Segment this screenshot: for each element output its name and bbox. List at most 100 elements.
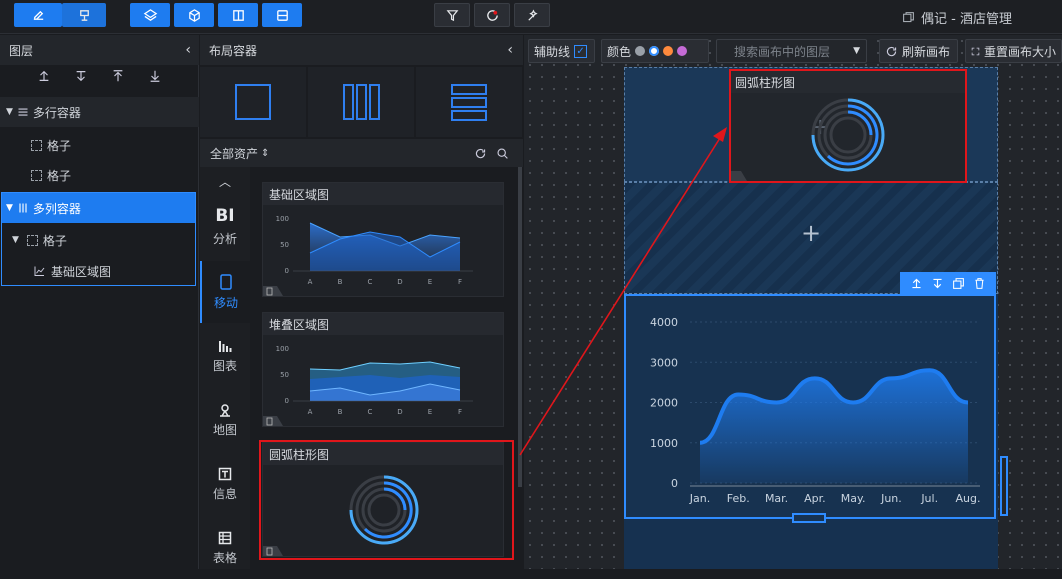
single-container-option[interactable] [200, 67, 306, 137]
refresh-canvas-button[interactable]: 刷新画布 [879, 39, 958, 63]
rows-icon [451, 84, 487, 121]
tree-item-label: 格子 [47, 168, 72, 183]
container-button[interactable] [262, 3, 302, 27]
tree-item-cell[interactable]: ▼ 格子 [0, 225, 199, 255]
preview-button[interactable] [62, 3, 106, 27]
mobile-icon [220, 273, 232, 290]
refresh-label: 刷新画布 [902, 44, 951, 59]
thumb-x-tick: B [338, 408, 343, 416]
tree-item-label: 格子 [47, 138, 72, 153]
tree-item-cell[interactable]: 格子 [0, 130, 199, 160]
move-down-icon[interactable] [931, 277, 944, 290]
thumb-y-tick: 0 [285, 267, 289, 275]
layer-order-tools [0, 69, 199, 95]
layout-panel: 布局容器 ‹ 全部资产 ⇕ ︿ BI 分析 移动 图表 地图 信息 表格 基础区… [200, 35, 523, 569]
x-tick-label: Mar. [765, 492, 788, 505]
expand-icon[interactable]: ▼ [6, 107, 13, 117]
single-box-icon [235, 84, 271, 120]
move-up-icon[interactable] [37, 69, 51, 83]
collapse-left-icon[interactable]: ‹ [507, 42, 513, 58]
layout-panel-header: 布局容器 ‹ [200, 35, 523, 65]
color-picker[interactable]: 颜色 [601, 39, 709, 63]
expand-icon[interactable]: ▼ [12, 235, 19, 245]
tree-item-multi-column[interactable]: ▼ 多列容器 [2, 193, 195, 223]
nav-bi[interactable]: BI 分析 [200, 195, 250, 257]
sync-button[interactable] [474, 3, 510, 27]
move-down-icon[interactable] [74, 69, 88, 83]
nav-table[interactable]: 表格 [200, 517, 250, 579]
magic-button[interactable] [514, 3, 550, 27]
x-tick-label: Jul. [920, 492, 938, 505]
edit-mode-button[interactable] [14, 3, 62, 27]
sort-icon[interactable]: ⇕ [261, 148, 269, 159]
expand-icon[interactable]: ▼ [6, 203, 13, 213]
resize-handle-right[interactable] [1000, 456, 1008, 516]
asset-card-stacked-area[interactable]: 堆叠区域图 100 50 0 A B C D E F [262, 312, 504, 427]
color-label: 颜色 [607, 44, 632, 59]
column-container-option[interactable] [308, 67, 414, 137]
color-swatch-purple[interactable] [677, 46, 688, 56]
tree-item-multi-row[interactable]: ▼ 多行容器 [0, 97, 199, 127]
reset-canvas-size-button[interactable]: 重置画布大小 [965, 39, 1062, 63]
chevron-down-icon[interactable]: ▼ [853, 46, 860, 56]
asset-card-basic-area[interactable]: 基础区域图 100 50 0 A B C D E F [262, 182, 504, 297]
thumb-x-tick: C [368, 278, 373, 286]
collapse-left-icon[interactable]: ‹ [185, 42, 191, 58]
nav-label: 地图 [212, 422, 237, 437]
asset-filter-select[interactable]: 全部资产 [210, 145, 258, 162]
tree-item-label: 多列容器 [32, 201, 81, 216]
copy-icon[interactable] [952, 277, 965, 290]
check-icon[interactable]: ✓ [574, 44, 588, 58]
cell-icon [31, 139, 42, 151]
nav-mobile[interactable]: 移动 [200, 261, 250, 323]
map-pin-icon [220, 403, 230, 417]
refresh-icon[interactable] [474, 147, 487, 160]
filter-button[interactable] [434, 3, 470, 27]
nav-label: 图表 [212, 358, 237, 373]
tree-item-area-chart[interactable]: 基础区域图 [0, 256, 199, 286]
thumb-x-tick: F [458, 278, 462, 286]
color-swatch-gray[interactable] [635, 46, 646, 56]
thumb-x-tick: D [397, 408, 402, 416]
guides-toggle[interactable]: 辅助线 ✓ [528, 39, 595, 63]
layer-panel-header: 图层 ‹ [0, 35, 199, 65]
delete-icon[interactable] [973, 277, 986, 290]
x-tick-label: Apr. [804, 492, 826, 505]
color-swatch-white[interactable] [649, 46, 660, 56]
layer-panel: 图层 ‹ ▼ 多行容器 格子 格子 ▼ 多列容器 ▼ 格子 基础区域图 [0, 35, 199, 569]
design-canvas[interactable]: 辅助线 ✓ 颜色 搜索画布中的图层 ▼ 刷新画布 重置画布大小 + 4000 3… [524, 35, 1062, 569]
color-swatch-orange[interactable] [663, 46, 674, 56]
asset-list-scrollbar[interactable] [518, 167, 522, 487]
layer-search-input[interactable]: 搜索画布中的图层 [722, 43, 830, 60]
chevron-up-icon[interactable]: ︿ [200, 173, 250, 190]
search-icon[interactable] [496, 147, 509, 160]
add-icon[interactable]: + [801, 219, 821, 247]
pin-icon [79, 9, 89, 21]
thumb-x-tick: C [368, 408, 373, 416]
nav-map[interactable]: 地图 [200, 389, 250, 451]
nav-info[interactable]: 信息 [200, 453, 250, 515]
layer-search[interactable]: 搜索画布中的图层 ▼ [716, 39, 867, 63]
area-chart-widget[interactable]: 4000 3000 2000 1000 0 Jan. Feb. Mar. Apr. May. Jun… [624, 294, 996, 519]
move-bottom-icon[interactable] [148, 69, 162, 83]
drop-target-highlight [729, 69, 967, 183]
y-tick-label: 3000 [650, 356, 678, 369]
layout-button[interactable] [218, 3, 258, 27]
asset-filter-bar: 全部资产 ⇕ [200, 139, 523, 167]
component-button[interactable] [174, 3, 214, 27]
row-container-option[interactable] [416, 67, 522, 137]
nav-label: 信息 [212, 486, 237, 501]
nav-chart[interactable]: 图表 [200, 325, 250, 387]
asset-category-nav: ︿ BI 分析 移动 图表 地图 信息 表格 [200, 167, 250, 569]
refresh-icon [886, 46, 897, 56]
resize-handle-bottom[interactable] [792, 513, 826, 523]
tree-item-cell[interactable]: 格子 [0, 160, 199, 190]
line-chart-icon [34, 266, 45, 276]
move-up-icon[interactable] [910, 277, 923, 290]
layers-button[interactable] [130, 3, 170, 27]
filter-icon [446, 9, 458, 21]
thumb-x-tick: E [428, 278, 432, 286]
move-top-icon[interactable] [111, 69, 125, 83]
x-tick-label: Aug. [956, 492, 981, 505]
drag-source-highlight [259, 440, 514, 560]
